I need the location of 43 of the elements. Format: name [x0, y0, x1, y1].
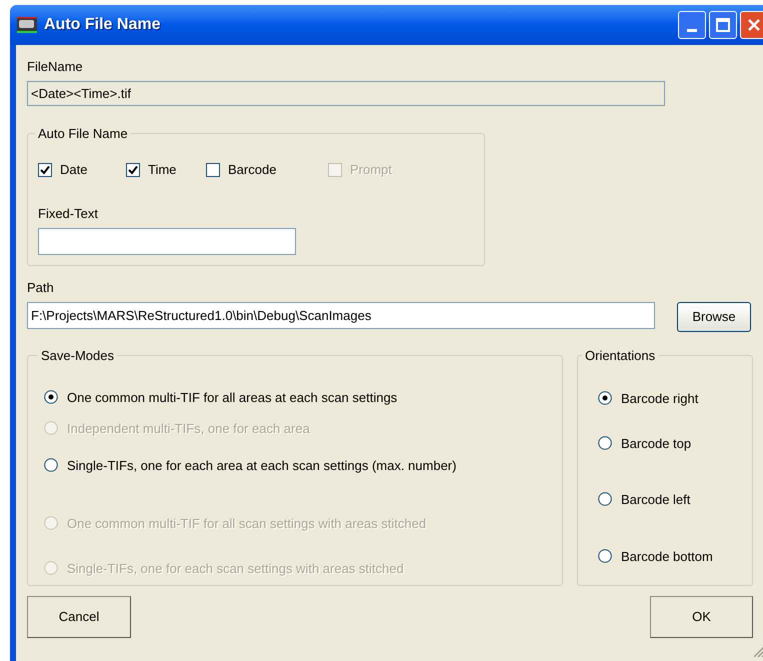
radio-button[interactable] [598, 549, 612, 564]
radio-label: One common multi-TIF for all areas at each scan settings [67, 388, 398, 407]
resize-grip-icon [754, 647, 763, 657]
filename-field: <Date><Time>.tif [27, 80, 665, 106]
radio-label: Barcode right [621, 390, 698, 408]
checkbox-label: Time [148, 161, 176, 180]
radio-button[interactable] [44, 390, 58, 404]
maximize-button[interactable] [709, 11, 737, 39]
radio-button[interactable] [598, 492, 612, 506]
ok-button[interactable]: OK [650, 596, 753, 638]
checkbox-label: Barcode [228, 161, 276, 180]
radio-label: Single-TIFs, one for each area at each scan settings (max. number) [67, 456, 456, 475]
checkbox-label: Date [60, 161, 88, 180]
fixed-text-label: Fixed-Text [38, 205, 99, 223]
close-icon [747, 18, 761, 32]
radio-button[interactable] [44, 458, 58, 472]
radio-label: Barcode left [621, 490, 690, 508]
radio-button[interactable] [598, 436, 612, 450]
radio-label: Barcode bottom [621, 548, 713, 566]
minimize-button[interactable] [678, 11, 706, 39]
checkbox-label: Prompt [350, 161, 392, 180]
maximize-icon [716, 18, 730, 32]
checkbox[interactable] [38, 163, 52, 177]
cancel-button[interactable]: Cancel [27, 596, 131, 638]
close-button[interactable] [740, 11, 763, 39]
scanner-icon [16, 15, 38, 35]
radio-label: One common multi-TIF for all scan settings with areas stitched [67, 514, 426, 533]
checkbox[interactable] [206, 163, 220, 177]
browse-button[interactable]: Browse [677, 302, 751, 332]
radio-button[interactable] [598, 391, 612, 406]
minimize-icon [687, 29, 697, 33]
radio-label: Single-TIFs, one for each scan settings with areas stitched [67, 560, 404, 578]
radio-label: Independent multi-TIFs, one for each area [67, 420, 310, 438]
fixed-text-field[interactable] [38, 228, 296, 254]
group-title: Save-Modes [40, 347, 115, 365]
path-label: Path [27, 278, 55, 296]
group-title: Auto File Name [37, 124, 129, 142]
checkbox[interactable] [126, 163, 140, 177]
radio-label: Barcode top [621, 434, 692, 453]
group-title: Orientations [584, 347, 656, 365]
filename-label: FileName [27, 58, 84, 76]
path-field[interactable]: F:\Projects\MARS\ReStructured1.0\bin\Debug\ScanImages [27, 302, 655, 329]
window-title: Auto File Name [44, 15, 160, 35]
